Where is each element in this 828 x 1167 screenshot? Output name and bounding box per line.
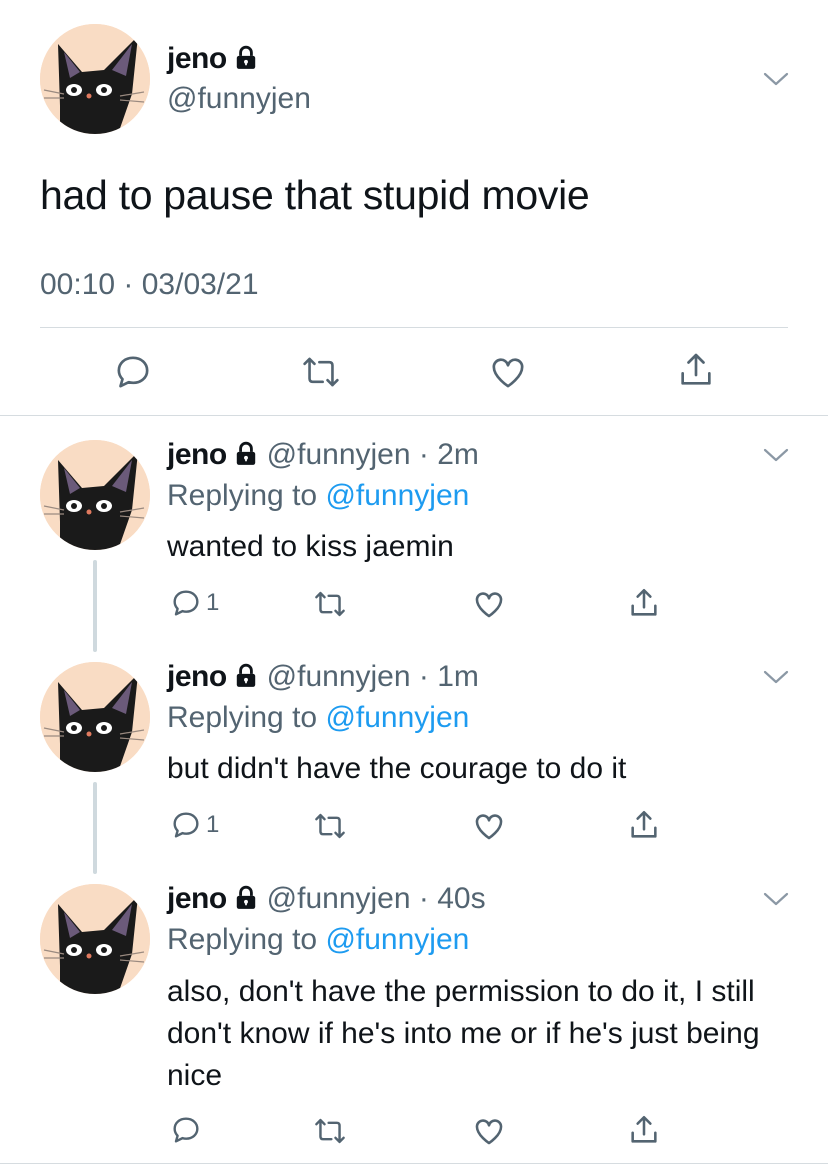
lock-icon xyxy=(236,441,255,465)
retweet-button[interactable] xyxy=(301,354,341,390)
tweet-text: also, don't have the permission to do it… xyxy=(167,975,760,1092)
black-cat-avatar-icon xyxy=(40,24,150,134)
retweet-icon xyxy=(315,813,345,839)
avatar[interactable] xyxy=(40,24,150,134)
avatar[interactable] xyxy=(40,440,150,550)
like-icon xyxy=(475,1119,503,1145)
retweet-icon xyxy=(315,591,345,617)
reply-icon xyxy=(173,590,199,616)
retweet-button[interactable] xyxy=(313,811,347,841)
retweet-icon xyxy=(315,1118,345,1144)
share-icon xyxy=(631,1115,657,1143)
handle[interactable]: @funnyjen xyxy=(167,82,311,116)
share-icon xyxy=(631,810,657,838)
like-icon xyxy=(475,814,503,840)
black-cat-avatar-icon xyxy=(40,440,150,550)
like-button[interactable] xyxy=(472,587,506,621)
like-icon xyxy=(475,592,503,618)
tweet-text: wanted to kiss jaemin xyxy=(167,530,454,563)
share-button[interactable] xyxy=(627,586,661,620)
mention-link[interactable]: @funnyjen xyxy=(325,701,469,734)
reply-header: jeno @funnyjen · 1m xyxy=(167,660,479,694)
share-button[interactable] xyxy=(627,808,661,842)
retweet-icon xyxy=(303,357,339,387)
mention-link[interactable]: @funnyjen xyxy=(325,923,469,956)
reply-button[interactable]: 1 xyxy=(170,809,219,841)
black-cat-avatar-icon xyxy=(40,884,150,994)
display-name[interactable]: jeno xyxy=(167,438,227,471)
retweet-button[interactable] xyxy=(313,589,347,619)
tweet-text: had to pause that stupid movie xyxy=(40,172,590,218)
share-icon xyxy=(631,588,657,616)
lock-icon xyxy=(236,663,255,687)
share-icon xyxy=(681,353,711,385)
black-cat-avatar-icon xyxy=(40,662,150,772)
display-name[interactable]: jeno xyxy=(167,42,259,76)
replying-to: Replying to @funnyjen xyxy=(167,923,470,956)
reply-header: jeno @funnyjen · 40s xyxy=(167,882,486,916)
handle-time[interactable]: @funnyjen · 40s xyxy=(267,882,486,915)
like-button[interactable] xyxy=(472,1114,506,1148)
like-button[interactable] xyxy=(472,809,506,843)
timestamp[interactable]: 00:10 · 03/03/21 xyxy=(40,268,259,302)
handle-time[interactable]: @funnyjen · 2m xyxy=(267,438,479,471)
reply-icon xyxy=(173,1117,199,1143)
thread-line xyxy=(93,782,97,874)
like-icon xyxy=(492,358,524,388)
reply-button[interactable]: 1 xyxy=(170,587,219,619)
divider xyxy=(0,1163,828,1164)
chevron-down-icon[interactable] xyxy=(762,890,790,908)
display-name[interactable]: jeno xyxy=(167,660,227,693)
handle-time[interactable]: @funnyjen · 1m xyxy=(267,660,479,693)
chevron-down-icon[interactable] xyxy=(762,668,790,686)
avatar[interactable] xyxy=(40,662,150,772)
reply-header: jeno @funnyjen · 2m xyxy=(167,438,479,472)
chevron-down-icon[interactable] xyxy=(762,70,790,88)
divider xyxy=(0,415,828,416)
lock-icon xyxy=(236,885,255,909)
retweet-button[interactable] xyxy=(313,1116,347,1146)
like-button[interactable] xyxy=(488,352,528,392)
lock-icon xyxy=(236,45,255,69)
reply-count: 1 xyxy=(206,811,220,838)
reply-button[interactable] xyxy=(170,1114,202,1146)
tweet-text: but didn't have the courage to do it xyxy=(167,752,627,785)
divider xyxy=(40,327,788,328)
share-button[interactable] xyxy=(676,350,716,390)
replying-to: Replying to @funnyjen xyxy=(167,701,470,734)
mention-link[interactable]: @funnyjen xyxy=(325,479,469,512)
avatar[interactable] xyxy=(40,884,150,994)
replying-to: Replying to @funnyjen xyxy=(167,479,470,512)
reply-button[interactable] xyxy=(113,352,153,392)
reply-icon xyxy=(117,356,149,388)
display-name[interactable]: jeno xyxy=(167,882,227,915)
chevron-down-icon[interactable] xyxy=(762,446,790,464)
thread-line xyxy=(93,560,97,652)
reply-count: 1 xyxy=(206,589,220,616)
reply-icon xyxy=(173,812,199,838)
share-button[interactable] xyxy=(627,1113,661,1147)
